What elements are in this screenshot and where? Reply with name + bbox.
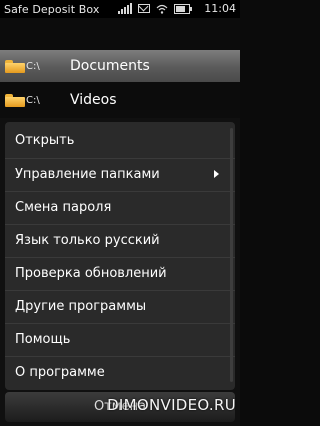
menu-item-label: Управление папками [15, 167, 160, 182]
menu-item-label: Язык только русский [15, 233, 160, 248]
file-list: C:\ Documents C:\ Videos [0, 18, 240, 118]
menu-item-label: Другие программы [15, 299, 147, 314]
menu-item-label: Помощь [15, 332, 71, 347]
menu-item-manage-folders[interactable]: Управление папками [5, 158, 235, 190]
battery-icon [174, 3, 192, 14]
menu-item-other-programs[interactable]: Другие программы [5, 290, 235, 322]
menu-item-change-password[interactable]: Смена пароля [5, 191, 235, 223]
watermark: DIMONVIDEO.RU [107, 396, 236, 414]
drive-label: C:\ [26, 94, 40, 106]
file-name: Documents [70, 58, 150, 74]
menu-item-about[interactable]: О программе [5, 356, 235, 388]
menu-item-open[interactable]: Открыть [5, 125, 235, 156]
menu-item-check-updates[interactable]: Проверка обновлений [5, 257, 235, 289]
options-menu: Открыть Управление папками Смена пароля … [5, 122, 235, 390]
file-name: Videos [70, 92, 117, 108]
message-icon [138, 4, 150, 13]
app-screen: Safe Deposit Box 11:04 C:\ Documents C:\… [0, 0, 240, 426]
app-title: Safe Deposit Box [4, 2, 100, 16]
signal-icon [118, 3, 132, 14]
status-icons [118, 3, 192, 14]
menu-item-language[interactable]: Язык только русский [5, 224, 235, 256]
menu-item-label: Открыть [15, 133, 75, 148]
folder-icon [5, 93, 25, 107]
menu-item-label: Проверка обновлений [15, 266, 167, 281]
folder-icon [5, 59, 25, 73]
file-item-documents[interactable]: C:\ Documents [0, 50, 240, 82]
status-bar: Safe Deposit Box 11:04 [0, 0, 240, 18]
menu-item-label: Смена пароля [15, 200, 112, 215]
chevron-right-icon [214, 170, 219, 178]
wifi-icon [156, 4, 168, 14]
menu-item-label: О программе [15, 365, 105, 380]
clock: 11:04 [204, 2, 236, 15]
menu-item-help[interactable]: Помощь [5, 323, 235, 355]
file-item-videos[interactable]: C:\ Videos [0, 84, 240, 116]
drive-label: C:\ [26, 60, 40, 72]
menu-scrollbar[interactable] [230, 128, 233, 382]
